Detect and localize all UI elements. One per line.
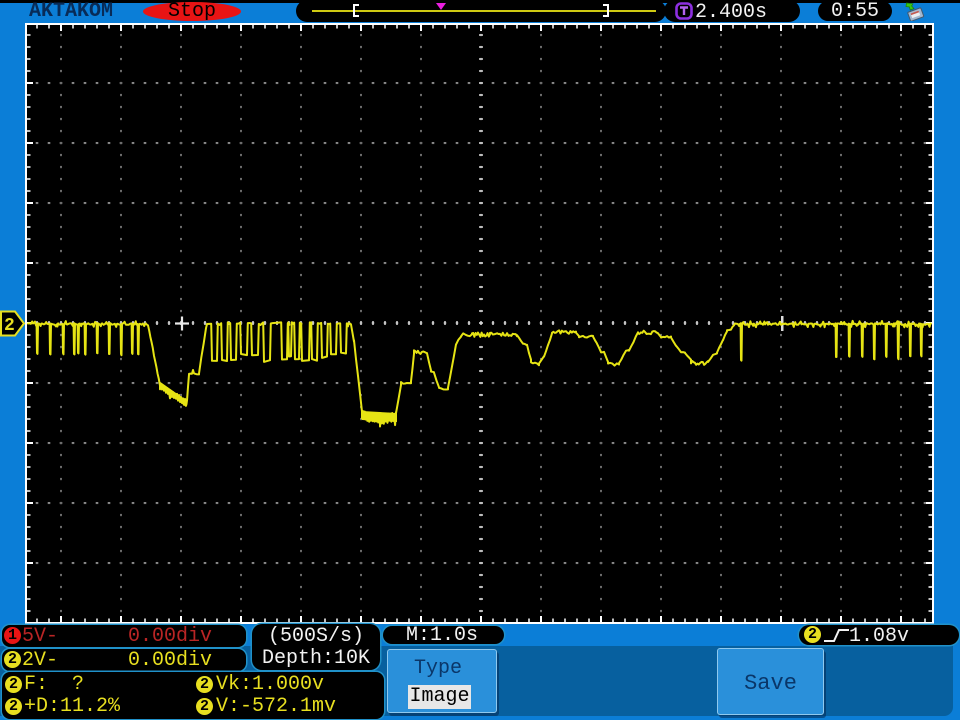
svg-text:2: 2 bbox=[4, 316, 15, 336]
